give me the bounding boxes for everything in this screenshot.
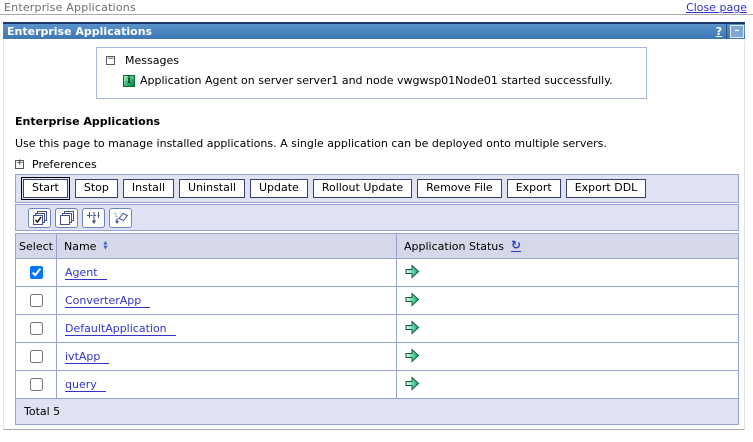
- collapse-icon[interactable]: [106, 56, 115, 65]
- preferences-toggle[interactable]: Preferences: [15, 158, 97, 171]
- start-button[interactable]: Start: [23, 179, 68, 198]
- table-row: ivtApp: [16, 343, 739, 371]
- clear-filter-icon[interactable]: [109, 208, 132, 228]
- row-checkbox[interactable]: [30, 294, 43, 307]
- row-checkbox[interactable]: [30, 350, 43, 363]
- remove-file-button[interactable]: Remove File: [417, 179, 502, 198]
- table-footer-row: Total 5: [16, 399, 739, 425]
- expand-icon[interactable]: [15, 160, 24, 169]
- table-row: Agent: [16, 259, 739, 287]
- applications-table: Select Name Application Status: [15, 233, 739, 425]
- update-button[interactable]: Update: [250, 179, 308, 198]
- table-row: query: [16, 371, 739, 399]
- page-heading: Enterprise Applications: [15, 115, 160, 128]
- status-started-icon: [405, 348, 420, 366]
- table-row: DefaultApplication: [16, 315, 739, 343]
- deselect-all-icon[interactable]: [55, 208, 78, 228]
- breadcrumb-bar: Enterprise Applications Close page: [0, 0, 753, 15]
- action-button-bar: Start Stop Install Uninstall Update Roll…: [15, 174, 739, 203]
- column-header-name: Name: [57, 234, 397, 259]
- table-icon-bar: [15, 204, 739, 231]
- app-link[interactable]: DefaultApplication: [65, 322, 176, 336]
- status-started-icon: [405, 292, 420, 310]
- preferences-label: Preferences: [32, 158, 97, 171]
- breadcrumb: Enterprise Applications: [4, 1, 136, 14]
- sort-icon[interactable]: [103, 241, 107, 251]
- app-link[interactable]: ConverterApp: [65, 294, 150, 308]
- table-row: ConverterApp: [16, 287, 739, 315]
- app-link[interactable]: query: [65, 378, 106, 392]
- export-ddl-button[interactable]: Export DDL: [566, 179, 647, 198]
- panel-titlebar: Enterprise Applications ? –: [3, 22, 745, 39]
- app-link[interactable]: ivtApp: [65, 350, 109, 364]
- page-description: Use this page to manage installed applic…: [15, 137, 607, 150]
- row-checkbox[interactable]: [30, 322, 43, 335]
- stop-button[interactable]: Stop: [75, 179, 118, 198]
- status-started-icon: [405, 264, 420, 282]
- show-filter-icon[interactable]: [82, 208, 105, 228]
- rollout-update-button[interactable]: Rollout Update: [313, 179, 412, 198]
- row-checkbox[interactable]: [30, 266, 43, 279]
- minimize-icon[interactable]: –: [730, 25, 744, 38]
- uninstall-button[interactable]: Uninstall: [179, 179, 245, 198]
- message-text: Application Agent on server server1 and …: [140, 74, 613, 87]
- info-icon: i: [123, 75, 135, 87]
- status-started-icon: [405, 376, 420, 394]
- export-button[interactable]: Export: [507, 179, 561, 198]
- close-page-link[interactable]: Close page: [686, 1, 747, 14]
- help-icon[interactable]: ?: [712, 25, 726, 38]
- total-count: Total 5: [16, 399, 739, 425]
- row-checkbox[interactable]: [30, 378, 43, 391]
- status-started-icon: [405, 320, 420, 338]
- select-all-icon[interactable]: [28, 208, 51, 228]
- panel-title: Enterprise Applications: [3, 25, 712, 39]
- app-link[interactable]: Agent: [65, 266, 107, 280]
- messages-title: Messages: [125, 54, 179, 67]
- messages-box: Messages i Application Agent on server s…: [96, 47, 647, 99]
- column-header-select: Select: [16, 234, 57, 259]
- refresh-status-icon[interactable]: [511, 240, 521, 252]
- content-pane: Messages i Application Agent on server s…: [3, 41, 745, 430]
- install-button[interactable]: Install: [123, 179, 174, 198]
- table-header-row: Select Name Application Status: [16, 234, 739, 259]
- column-header-status: Application Status: [397, 234, 739, 259]
- minimize-wrap: –: [726, 24, 745, 39]
